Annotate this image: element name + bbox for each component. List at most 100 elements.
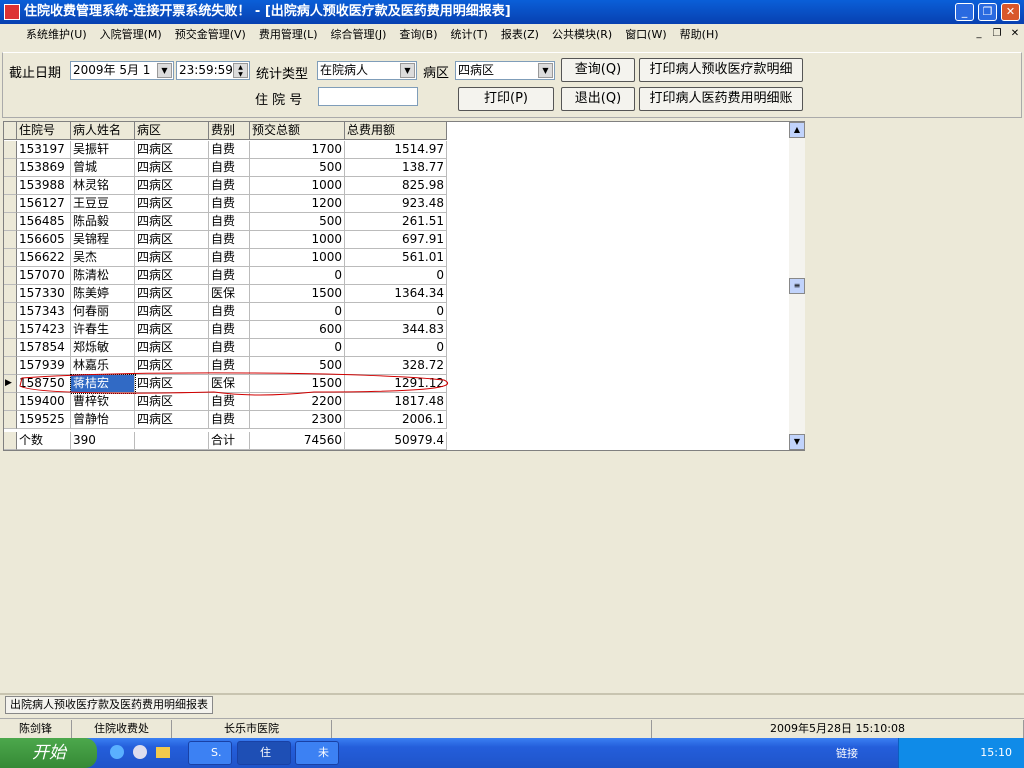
cell-4: 2300 <box>250 411 345 429</box>
row-header[interactable] <box>4 339 17 357</box>
table-row[interactable]: 157854 郑烁敏 四病区 自费 0 0 <box>4 339 447 357</box>
task-button-1[interactable]: S. <box>188 741 232 765</box>
cell-5: 697.91 <box>345 231 447 249</box>
spinner-icon[interactable]: ▲ ▼ <box>233 63 248 78</box>
cell-0: 157423 <box>17 321 71 339</box>
print-fee-button[interactable]: 打印病人医药费用明细账 <box>639 87 803 111</box>
row-header[interactable] <box>4 267 17 285</box>
row-header[interactable] <box>4 285 17 303</box>
tab-report[interactable]: 出院病人预收医疗款及医药费用明细报表 <box>5 696 213 714</box>
data-grid[interactable]: 住院号 病人姓名 病区 费别 预交总额 总费用额 153197 吴振轩 四病区 自费 1700 151… <box>3 121 805 451</box>
menu-item-5[interactable]: 查询(B) <box>399 26 437 42</box>
cell-5: 825.98 <box>345 177 447 195</box>
menu-item-2[interactable]: 预交金管理(V) <box>175 26 246 42</box>
table-header[interactable]: 住院号 病人姓名 病区 费别 预交总额 总费用额 <box>4 122 447 140</box>
start-button[interactable]: 开始 <box>0 738 97 768</box>
restore-button[interactable]: ❐ <box>978 3 997 21</box>
row-header[interactable] <box>4 411 17 429</box>
cell-1[interactable]: 病人姓名 <box>71 122 135 140</box>
taskbar <box>0 738 1024 768</box>
cell-0[interactable]: 住院号 <box>17 122 71 140</box>
mdi-close-icon[interactable]: ✕ <box>1008 28 1022 40</box>
vertical-scrollbar[interactable]: ▲ ≡ ▼ <box>789 122 805 450</box>
row-header[interactable] <box>4 432 17 450</box>
table-row[interactable]: 153869 曾城 四病区 自费 500 138.77 <box>4 159 447 177</box>
row-header[interactable] <box>4 213 17 231</box>
table-row[interactable]: 159525 曾静怡 四病区 自费 2300 2006.1 <box>4 411 447 429</box>
cell-3: 自费 <box>209 231 250 249</box>
table-row[interactable]: 156485 陈品毅 四病区 自费 500 261.51 <box>4 213 447 231</box>
scroll-thumb[interactable]: ≡ <box>789 278 805 294</box>
cell-2: 四病区 <box>135 141 209 159</box>
row-header[interactable] <box>4 249 17 267</box>
table-row[interactable]: 156622 吴杰 四病区 自费 1000 561.01 <box>4 249 447 267</box>
menu-item-3[interactable]: 费用管理(L) <box>259 26 318 42</box>
mdi-minimize-icon[interactable]: _ <box>972 28 986 40</box>
cell-5[interactable]: 总费用额 <box>345 122 447 140</box>
table-row[interactable]: 157423 许春生 四病区 自费 600 344.83 <box>4 321 447 339</box>
table-footer[interactable]: 个数 390 合计 74560 50979.4 <box>4 432 447 450</box>
cell-5: 261.51 <box>345 213 447 231</box>
folder-icon[interactable] <box>156 747 170 758</box>
cell-1: 何春丽 <box>71 303 135 321</box>
status-user: 陈剑锋 <box>0 720 72 738</box>
chevron-down-icon[interactable]: ▼ <box>157 63 172 78</box>
table-row[interactable]: 153197 吴振轩 四病区 自费 1700 1514.97 <box>4 141 447 159</box>
cell-2[interactable]: 病区 <box>135 122 209 140</box>
cell-5: 2006.1 <box>345 411 447 429</box>
ie-icon[interactable] <box>110 745 124 759</box>
row-header[interactable] <box>4 177 17 195</box>
title-bar: 住院收费管理系统-连接开票系统失败！ - [出院病人预收医疗款及医药费用明细报表… <box>0 0 1024 24</box>
cell-4: 1200 <box>250 195 345 213</box>
type-value: 在院病人 <box>320 63 369 77</box>
query-button[interactable]: 查询(Q) <box>561 58 635 82</box>
task-button-2[interactable]: 住 <box>237 741 291 765</box>
table-row[interactable]: 156605 吴锦程 四病区 自费 1000 697.91 <box>4 231 447 249</box>
row-header[interactable] <box>4 159 17 177</box>
ward-select[interactable]: 四病区 ▼ <box>455 61 555 80</box>
table-row[interactable]: 157343 何春丽 四病区 自费 0 0 <box>4 303 447 321</box>
type-select[interactable]: 在院病人 ▼ <box>317 61 417 80</box>
minimize-button[interactable]: _ <box>955 3 974 21</box>
table-row[interactable]: 157070 陈清松 四病区 自费 0 0 <box>4 267 447 285</box>
cell-5: 561.01 <box>345 249 447 267</box>
table-row[interactable]: 156127 王豆豆 四病区 自费 1200 923.48 <box>4 195 447 213</box>
row-header[interactable] <box>4 231 17 249</box>
table-row[interactable]: 153988 林灵铭 四病区 自费 1000 825.98 <box>4 177 447 195</box>
menu-item-6[interactable]: 统计(T) <box>451 26 488 42</box>
print-button[interactable]: 打印(P) <box>458 87 554 111</box>
cell-4[interactable]: 预交总额 <box>250 122 345 140</box>
date-picker[interactable]: 2009年 5月 1 ▼ <box>70 61 174 80</box>
menu-item-9[interactable]: 窗口(W) <box>625 26 666 42</box>
row-header[interactable] <box>4 141 17 159</box>
row-header[interactable] <box>4 321 17 339</box>
row-header[interactable] <box>4 122 17 140</box>
print-prepay-button[interactable]: 打印病人预收医疗款明细 <box>639 58 803 82</box>
menu-item-10[interactable]: 帮助(H) <box>680 26 719 42</box>
menu-item-0[interactable]: 系统维护(U) <box>26 26 87 42</box>
cell-3[interactable]: 费别 <box>209 122 250 140</box>
table-row[interactable]: 157330 陈美婷 四病区 医保 1500 1364.34 <box>4 285 447 303</box>
chevron-down-icon[interactable]: ▼ <box>538 63 553 78</box>
cell-3: 医保 <box>209 285 250 303</box>
cell-4: 1000 <box>250 249 345 267</box>
task-button-3[interactable]: 未 <box>295 741 339 765</box>
menu-item-7[interactable]: 报表(Z) <box>501 26 539 42</box>
outlook-icon[interactable] <box>133 745 147 759</box>
menu-item-8[interactable]: 公共模块(R) <box>552 26 612 42</box>
cell-1: 吴锦程 <box>71 231 135 249</box>
row-header[interactable] <box>4 195 17 213</box>
menu-item-1[interactable]: 入院管理(M) <box>100 26 162 42</box>
close-button[interactable]: ✕ <box>1001 3 1020 21</box>
time-spinner[interactable]: 23:59:59 ▲ ▼ <box>176 61 250 80</box>
links-label[interactable]: 链接 <box>836 745 858 761</box>
menu-item-4[interactable]: 综合管理(J) <box>331 26 387 42</box>
scroll-down-icon[interactable]: ▼ <box>789 434 805 450</box>
mdi-restore-icon[interactable]: ❐ <box>990 28 1004 40</box>
chevron-down-icon[interactable]: ▼ <box>400 63 415 78</box>
row-header[interactable] <box>4 303 17 321</box>
scroll-up-icon[interactable]: ▲ <box>789 122 805 138</box>
inpatient-input[interactable] <box>318 87 418 106</box>
cell-1: 郑烁敏 <box>71 339 135 357</box>
exit-button[interactable]: 退出(Q) <box>561 87 635 111</box>
